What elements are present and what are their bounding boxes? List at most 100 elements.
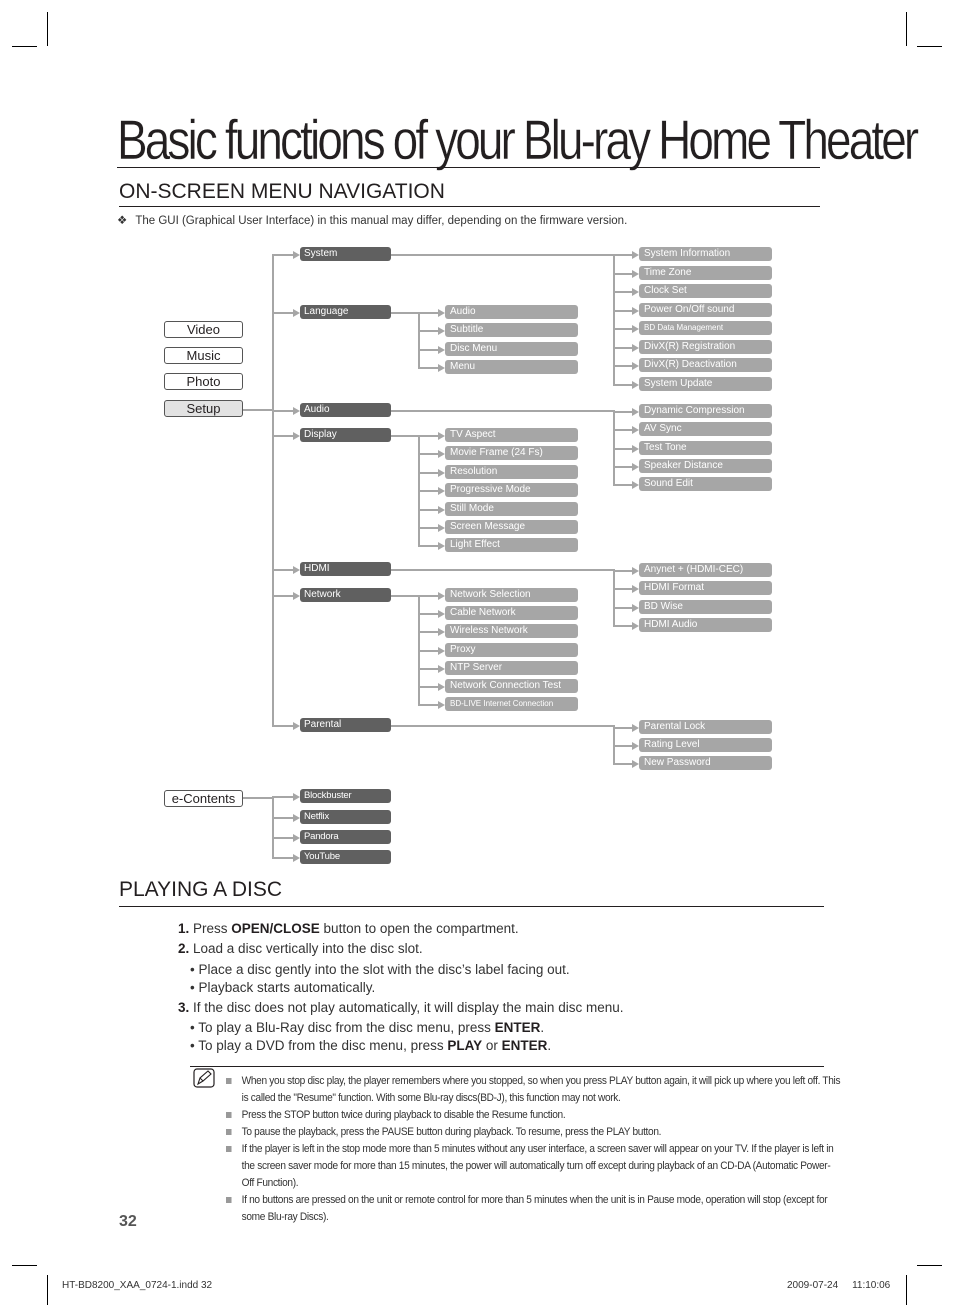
square-bullet-icon — [226, 1129, 232, 1135]
setup-item-system[interactable]: System — [300, 247, 391, 261]
submenu-item[interactable]: Resolution — [445, 464, 578, 479]
connector-line — [418, 348, 439, 351]
submenu-item[interactable]: AV Sync — [639, 422, 772, 437]
submenu-item[interactable]: Screen Message — [445, 520, 578, 534]
connector-line — [613, 291, 633, 293]
submenu-item[interactable]: BD-LIVE Internet Connection — [445, 697, 578, 712]
step-3: 3. If the disc does not play automatical… — [178, 1000, 624, 1015]
submenu-item[interactable]: HDMI Audio — [639, 617, 772, 632]
submenu-item[interactable]: Power On/Off sound — [639, 302, 772, 317]
econtents-item-pandora[interactable]: Pandora — [300, 830, 391, 844]
setup-item-display[interactable]: Display — [300, 428, 391, 442]
submenu-item[interactable]: Time Zone — [639, 265, 772, 280]
submenu-item[interactable]: Cable Network — [445, 606, 578, 621]
submenu-item[interactable]: Anynet + (HDMI-CEC) — [639, 563, 772, 577]
main-menu-video[interactable]: Video — [164, 321, 243, 338]
connector-line — [272, 797, 274, 859]
arrow-icon — [632, 325, 639, 333]
connector-line — [243, 797, 273, 799]
connector-line — [418, 527, 439, 529]
submenu-item[interactable]: Parental Lock — [639, 720, 772, 734]
arrow-icon — [293, 566, 300, 574]
submenu-item[interactable]: Network Connection Test — [445, 679, 578, 693]
arrow-icon — [632, 444, 639, 453]
econtents-item-youtube[interactable]: YouTube — [300, 850, 391, 864]
submenu-item[interactable]: Subtitle — [445, 323, 578, 338]
submenu-item[interactable]: Sound Edit — [639, 477, 772, 492]
arrow-icon — [632, 724, 639, 732]
submenu-item[interactable]: Menu — [445, 359, 578, 374]
connector-line — [613, 346, 633, 349]
arrow-icon — [293, 814, 300, 822]
submenu-item[interactable]: Still Mode — [445, 501, 578, 516]
connector-line — [418, 435, 439, 437]
main-menu-econtents[interactable]: e-Contents — [164, 790, 243, 807]
connector-line — [272, 312, 294, 314]
arrow-icon — [438, 610, 445, 619]
submenu-item[interactable]: BD Data Management — [639, 321, 772, 335]
step-1: 1. Press OPEN/CLOSE button to open the c… — [178, 921, 519, 936]
main-menu-setup[interactable]: Setup — [164, 400, 243, 417]
connector-line — [613, 763, 633, 765]
submenu-item[interactable]: Clock Set — [639, 284, 772, 298]
connector-line — [418, 704, 439, 707]
connector-line — [418, 312, 420, 369]
main-menu-music[interactable]: Music — [164, 347, 243, 364]
setup-item-audio[interactable]: Audio — [300, 403, 391, 417]
submenu-item[interactable]: Speaker Distance — [639, 458, 772, 473]
submenu-item[interactable]: Disc Menu — [445, 341, 578, 356]
arrow-icon — [632, 585, 639, 594]
submenu-item[interactable]: Movie Frame (24 Fs) — [445, 446, 578, 461]
submenu-item[interactable]: NTP Server — [445, 660, 578, 675]
submenu-item[interactable]: System Update — [639, 376, 772, 391]
setup-item-hdmi[interactable]: HDMI — [300, 562, 391, 576]
submenu-item[interactable]: Light Effect — [445, 538, 578, 553]
submenu-item[interactable]: Test Tone — [639, 440, 772, 455]
setup-item-parental[interactable]: Parental — [300, 718, 391, 732]
submenu-item[interactable]: Rating Level — [639, 738, 772, 752]
arrow-icon — [438, 505, 445, 514]
econtents-item-blockbuster[interactable]: Blockbuster — [300, 789, 391, 803]
arrow-icon — [632, 426, 639, 435]
submenu-item[interactable]: BD Wise — [639, 599, 772, 614]
square-bullet-icon — [226, 1197, 232, 1203]
main-menu-photo[interactable]: Photo — [164, 373, 243, 390]
connector-line — [272, 817, 294, 819]
arrow-icon — [438, 450, 445, 459]
submenu-item[interactable]: HDMI Format — [639, 581, 772, 596]
arrow-icon — [632, 269, 639, 278]
submenu-item[interactable]: DivX(R) Registration — [639, 339, 772, 354]
connector-line — [613, 429, 633, 432]
arrow-icon — [438, 542, 445, 551]
connector-line — [613, 588, 633, 591]
connector-line — [272, 435, 294, 437]
submenu-item[interactable]: Audio — [445, 305, 578, 319]
submenu-item[interactable]: System Information — [639, 247, 772, 261]
note-item: Press the STOP button twice during playb… — [226, 1107, 841, 1124]
setup-item-network[interactable]: Network — [300, 588, 391, 602]
submenu-item[interactable]: TV Aspect — [445, 428, 578, 442]
connector-line — [272, 857, 294, 859]
arrow-icon — [632, 621, 639, 630]
setup-item-language[interactable]: Language — [300, 305, 391, 319]
submenu-item[interactable]: Wireless Network — [445, 624, 578, 639]
submenu-item[interactable]: DivX(R) Deactivation — [639, 358, 772, 372]
connector-line — [613, 624, 633, 627]
submenu-item[interactable]: Dynamic Compression — [639, 404, 772, 418]
note-item: To pause the playback, press the PAUSE b… — [226, 1124, 841, 1141]
connector-line — [418, 631, 439, 634]
arrow-icon — [438, 646, 445, 655]
submenu-item[interactable]: Progressive Mode — [445, 483, 578, 498]
step-2: 2. Load a disc vertically into the disc … — [178, 941, 423, 956]
connector-line — [613, 254, 633, 256]
submenu-item[interactable]: Proxy — [445, 642, 578, 657]
connector-line — [613, 447, 633, 450]
arrow-icon — [438, 683, 445, 691]
connector-line — [391, 312, 420, 314]
arrow-icon — [632, 603, 639, 612]
connector-line — [418, 686, 439, 688]
econtents-item-netflix[interactable]: Netflix — [300, 810, 391, 824]
submenu-item[interactable]: Network Selection — [445, 588, 578, 602]
submenu-item[interactable]: New Password — [639, 756, 772, 770]
note-item: If the player is left in the stop mode m… — [226, 1141, 841, 1192]
